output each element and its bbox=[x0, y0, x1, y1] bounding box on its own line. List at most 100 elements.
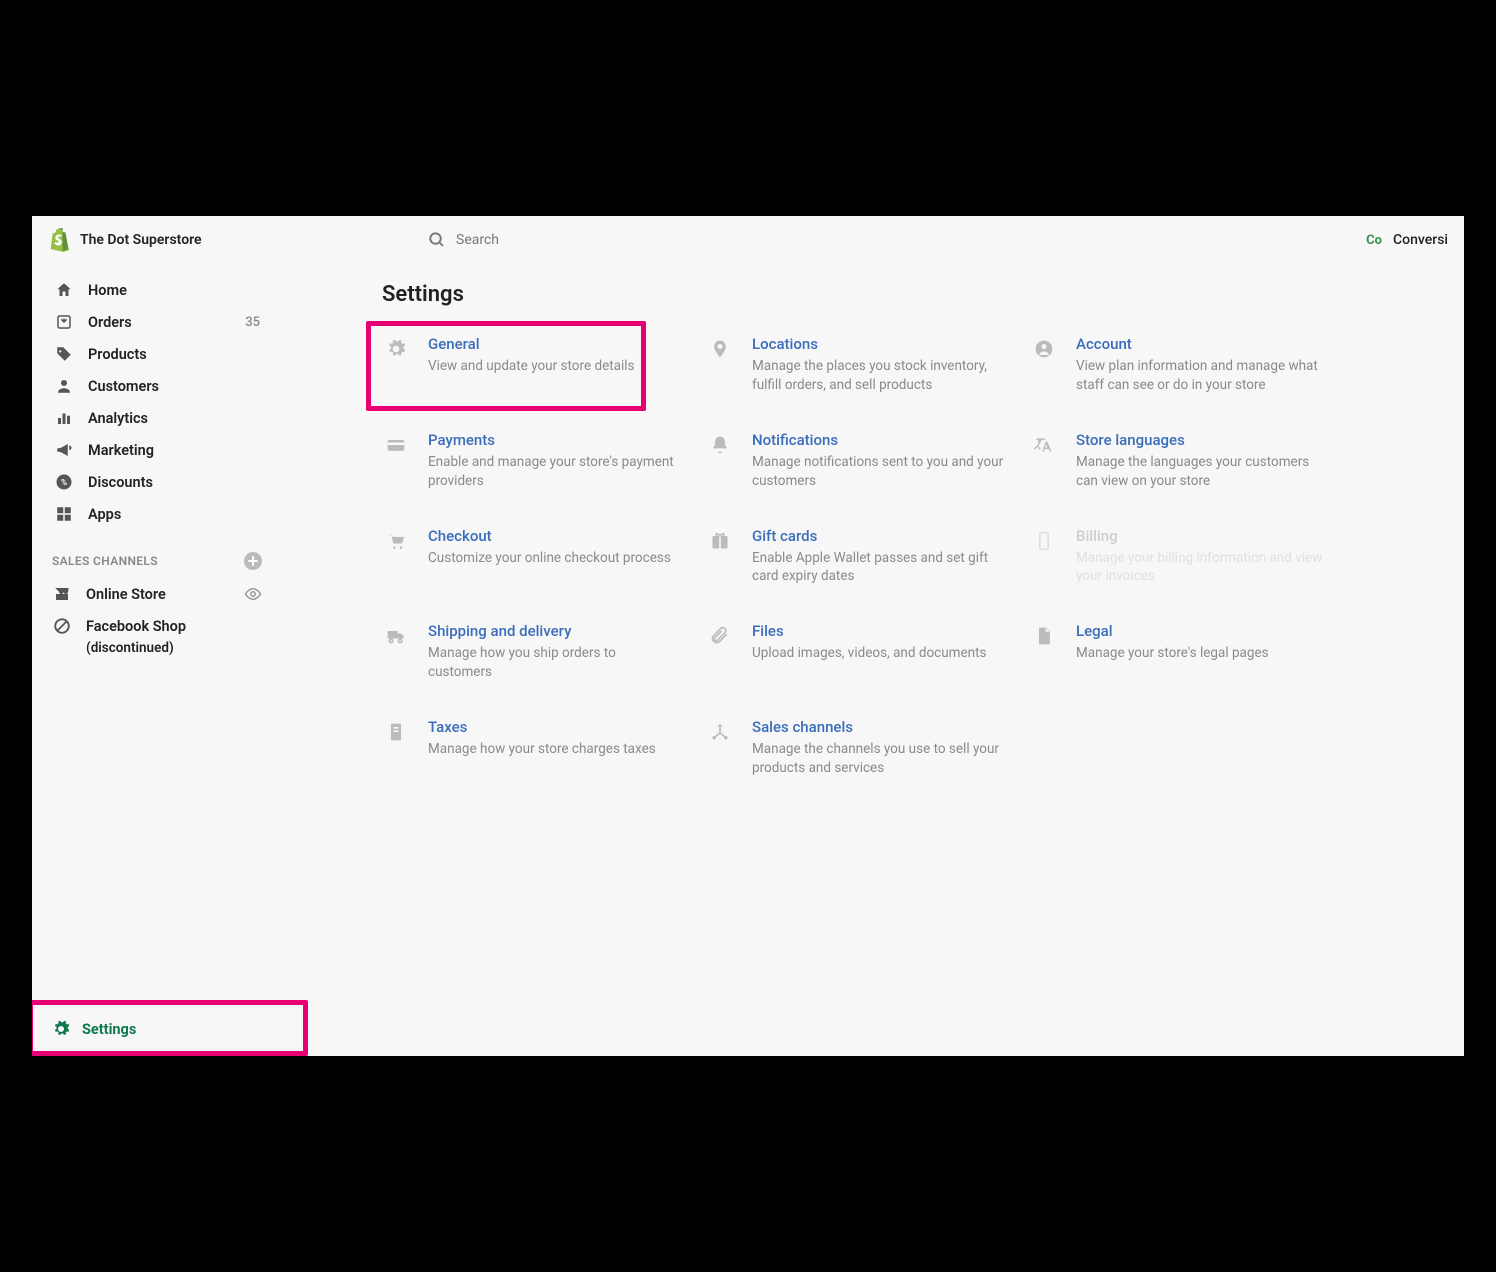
primary-nav: Home Orders 35 Products bbox=[32, 274, 282, 530]
settings-link[interactable]: Settings bbox=[40, 1010, 274, 1048]
clip-icon bbox=[706, 622, 734, 650]
card-title: Files bbox=[752, 622, 986, 640]
settings-grid: General View and update your store detai… bbox=[382, 335, 1424, 778]
gift-icon bbox=[706, 527, 734, 555]
card-billing[interactable]: Billing Manage your billing information … bbox=[1030, 527, 1330, 587]
card-account[interactable]: Account View plan information and manage… bbox=[1030, 335, 1330, 395]
card-title: Store languages bbox=[1076, 431, 1330, 449]
avatar-icon bbox=[1030, 335, 1058, 363]
card-title: Taxes bbox=[428, 718, 656, 736]
pin-icon bbox=[706, 335, 734, 363]
account-menu[interactable]: Co Conversi bbox=[1363, 229, 1448, 251]
card-title: Checkout bbox=[428, 527, 671, 545]
sidebar: Home Orders 35 Products bbox=[32, 264, 282, 1056]
card-desc: Customize your online checkout process bbox=[428, 549, 671, 568]
sales-channels-header: SALES CHANNELS bbox=[32, 530, 282, 578]
card-title: Locations bbox=[752, 335, 1006, 353]
sidebar-item-analytics[interactable]: Analytics bbox=[40, 402, 274, 434]
tag-icon bbox=[54, 344, 74, 364]
sidebar-item-label: Home bbox=[88, 282, 127, 299]
sidebar-item-orders[interactable]: Orders 35 bbox=[40, 306, 274, 338]
account-label: Conversi bbox=[1393, 232, 1448, 248]
sidebar-item-label: Analytics bbox=[88, 410, 148, 427]
eye-icon[interactable] bbox=[244, 585, 262, 603]
shopify-logo-icon bbox=[48, 228, 70, 252]
card-legal[interactable]: Legal Manage your store's legal pages bbox=[1030, 622, 1330, 682]
cart-icon bbox=[382, 527, 410, 555]
card-desc: Manage how your store charges taxes bbox=[428, 740, 656, 759]
card-title: Shipping and delivery bbox=[428, 622, 682, 640]
channel-facebook-shop[interactable]: Facebook Shop bbox=[32, 610, 282, 642]
card-sales-channels[interactable]: Sales channels Manage the channels you u… bbox=[706, 718, 1006, 778]
channel-label: Facebook Shop bbox=[86, 618, 186, 635]
card-icon bbox=[382, 431, 410, 459]
card-gift-cards[interactable]: Gift cards Enable Apple Wallet passes an… bbox=[706, 527, 1006, 587]
card-desc: Upload images, videos, and documents bbox=[752, 644, 986, 663]
phone-icon bbox=[1030, 527, 1058, 555]
card-desc: Manage your billing information and view… bbox=[1076, 549, 1330, 587]
card-taxes[interactable]: Taxes Manage how your store charges taxe… bbox=[382, 718, 682, 778]
gear-icon bbox=[52, 1020, 70, 1038]
card-desc: Manage the channels you use to sell your… bbox=[752, 740, 1006, 778]
channel-label: Online Store bbox=[86, 586, 166, 603]
card-title: Account bbox=[1076, 335, 1330, 353]
sidebar-item-products[interactable]: Products bbox=[40, 338, 274, 370]
card-title: Sales channels bbox=[752, 718, 1006, 736]
sales-channels-label: SALES CHANNELS bbox=[52, 554, 158, 568]
card-locations[interactable]: Locations Manage the places you stock in… bbox=[706, 335, 1006, 395]
megaphone-icon bbox=[54, 440, 74, 460]
search-icon bbox=[428, 231, 446, 249]
card-general[interactable]: General View and update your store detai… bbox=[382, 335, 682, 395]
card-shipping[interactable]: Shipping and delivery Manage how you shi… bbox=[382, 622, 682, 682]
sidebar-item-home[interactable]: Home bbox=[40, 274, 274, 306]
sidebar-item-label: Customers bbox=[88, 378, 159, 395]
svg-text:%: % bbox=[61, 478, 67, 488]
search-input[interactable]: Search bbox=[318, 231, 1363, 249]
main-content: Settings General View and update your st… bbox=[282, 264, 1464, 1056]
sidebar-item-discounts[interactable]: % Discounts bbox=[40, 466, 274, 498]
card-desc: Manage notifications sent to you and you… bbox=[752, 453, 1006, 491]
store-name: The Dot Superstore bbox=[80, 232, 202, 248]
settings-label: Settings bbox=[82, 1021, 136, 1038]
add-channel-button[interactable] bbox=[244, 552, 262, 570]
language-icon bbox=[1030, 431, 1058, 459]
orders-icon bbox=[54, 312, 74, 332]
card-desc: Manage your store's legal pages bbox=[1076, 644, 1269, 663]
truck-icon bbox=[382, 622, 410, 650]
sidebar-item-label: Apps bbox=[88, 506, 121, 523]
card-payments[interactable]: Payments Enable and manage your store's … bbox=[382, 431, 682, 491]
card-title: Payments bbox=[428, 431, 682, 449]
card-files[interactable]: Files Upload images, videos, and documen… bbox=[706, 622, 1006, 682]
card-notifications[interactable]: Notifications Manage notifications sent … bbox=[706, 431, 1006, 491]
doc-icon bbox=[1030, 622, 1058, 650]
sidebar-item-apps[interactable]: Apps bbox=[40, 498, 274, 530]
channel-online-store[interactable]: Online Store bbox=[32, 578, 282, 610]
account-badge-icon: Co bbox=[1363, 229, 1385, 251]
sidebar-item-label: Products bbox=[88, 346, 147, 363]
card-checkout[interactable]: Checkout Customize your online checkout … bbox=[382, 527, 682, 587]
page-title: Settings bbox=[382, 282, 1424, 307]
percent-icon: % bbox=[54, 472, 74, 492]
person-icon bbox=[54, 376, 74, 396]
brand[interactable]: The Dot Superstore bbox=[48, 228, 318, 252]
channels-icon bbox=[706, 718, 734, 746]
sidebar-item-marketing[interactable]: Marketing bbox=[40, 434, 274, 466]
card-desc: Enable and manage your store's payment p… bbox=[428, 453, 682, 491]
gear-icon bbox=[382, 335, 410, 363]
card-desc: View plan information and manage what st… bbox=[1076, 357, 1330, 395]
grid-icon bbox=[54, 504, 74, 524]
app-window: The Dot Superstore Search Co Conversi Ho… bbox=[32, 216, 1464, 1056]
orders-badge: 35 bbox=[245, 315, 260, 330]
home-icon bbox=[54, 280, 74, 300]
card-store-languages[interactable]: Store languages Manage the languages you… bbox=[1030, 431, 1330, 491]
sidebar-item-label: Marketing bbox=[88, 442, 154, 459]
card-title: General bbox=[428, 335, 635, 353]
card-desc: Manage the places you stock inventory, f… bbox=[752, 357, 1006, 395]
card-title: Gift cards bbox=[752, 527, 1006, 545]
search-placeholder: Search bbox=[456, 232, 499, 248]
sidebar-item-customers[interactable]: Customers bbox=[40, 370, 274, 402]
card-desc: Enable Apple Wallet passes and set gift … bbox=[752, 549, 1006, 587]
cancel-icon bbox=[52, 616, 72, 636]
card-title: Notifications bbox=[752, 431, 1006, 449]
topbar: The Dot Superstore Search Co Conversi bbox=[32, 216, 1464, 264]
